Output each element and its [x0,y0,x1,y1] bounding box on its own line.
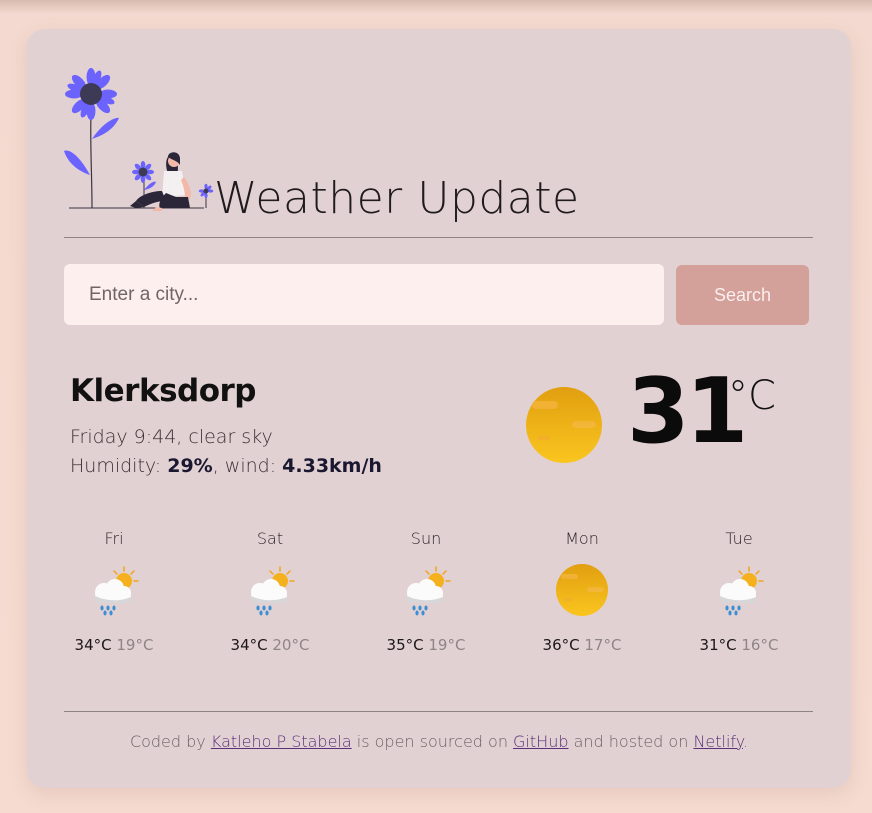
sun-cloud-rain-icon [720,566,764,616]
forecast-min: 17°C [584,636,622,654]
footer-divider [64,711,813,712]
sun-icon [526,387,602,463]
forecast-day: Fri 34°C 19°C [54,529,174,654]
forecast-max: 34°C [74,636,112,654]
forecast-max: 36°C [542,636,580,654]
header-divider [64,237,813,238]
forecast-min: 19°C [428,636,466,654]
city-search-input[interactable] [64,264,664,325]
forecast-temps: 31°C 16°C [679,636,799,654]
search-button[interactable]: Search [676,265,809,325]
sun-cloud-rain-icon [251,566,295,616]
app-title: Weather Update [214,173,580,224]
forecast-max: 31°C [699,636,737,654]
temperature-unit-celsius[interactable]: °C [728,373,776,419]
forecast-day-name: Sun [410,529,442,548]
sun-cloud-rain-icon [407,566,451,616]
humidity-label: Humidity: [70,455,162,477]
footer-prefix: Coded by [129,732,206,751]
footer-middle: is open sourced on [356,732,508,751]
header: Weather Update [64,65,624,224]
forecast-min: 16°C [741,636,779,654]
day-time: Friday 9:44 [70,426,177,448]
forecast-min: 19°C [116,636,154,654]
forecast-day-name: Fri [104,529,124,548]
footer-hosted: and hosted on [573,732,689,751]
footer-suffix: . [742,732,749,751]
forecast-temps: 35°C 19°C [366,636,486,654]
netlify-link[interactable]: Netlify [693,732,743,751]
sunflower-woman-illustration [64,68,214,211]
current-temperature: 31 [627,359,748,464]
forecast-day: Sun 35°C 19°C [366,529,486,654]
weather-card: Weather Update Search Klerksdorp Friday … [27,29,851,788]
humidity-value: 29% [167,455,213,477]
forecast-temps: 36°C 17°C [522,636,642,654]
forecast-day: Mon 36°C 17°C [522,529,642,654]
forecast-day-name: Sat [256,529,284,548]
forecast-day: Sat 34°C 20°C [210,529,330,654]
github-link[interactable]: GitHub [513,732,568,751]
forecast-max: 35°C [386,636,424,654]
forecast-day-name: Mon [565,529,599,548]
sun-icon [556,564,608,616]
sun-cloud-rain-icon [95,566,139,616]
forecast-min: 20°C [272,636,310,654]
city-name: Klerksdorp [70,373,257,409]
humidity-wind-line: Humidity: 29%, wind: 4.33km/h [70,455,382,477]
wind-value: 4.33km/h [282,455,382,477]
footer: Coded by Katleho P Stabela is open sourc… [27,732,851,751]
date-description-line: Friday 9:44, clear sky [70,426,273,448]
window-top-shadow [0,0,872,14]
forecast-max: 34°C [230,636,268,654]
wind-label: wind: [224,455,277,477]
forecast-temps: 34°C 20°C [210,636,330,654]
forecast-day-name: Tue [725,529,753,548]
author-link[interactable]: Katleho P Stabela [211,732,352,751]
forecast-day: Tue 31°C 16°C [679,529,799,654]
forecast-temps: 34°C 19°C [54,636,174,654]
weather-description: clear sky [188,426,273,448]
